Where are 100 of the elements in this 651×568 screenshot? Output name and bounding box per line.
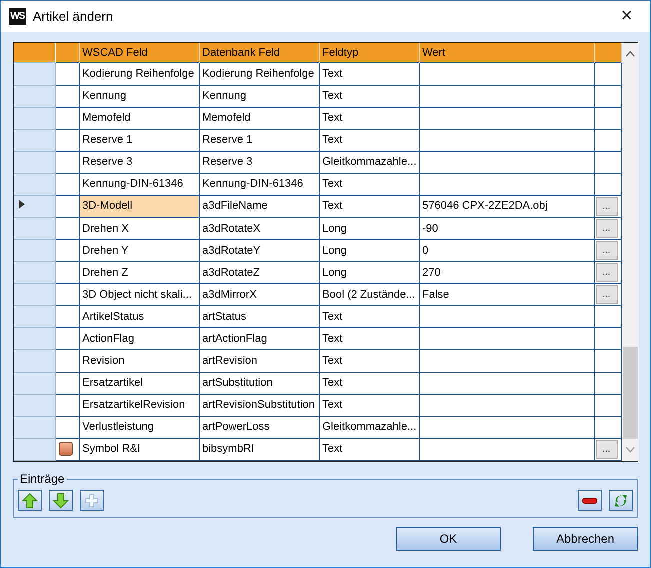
table-cell: artActionFlag (199, 328, 319, 350)
table-cell[interactable] (419, 306, 594, 328)
table-cell: Kodierung Reihenfolge (199, 62, 319, 86)
table-cell: Long (319, 240, 419, 262)
table-cell (594, 372, 621, 394)
column-header[interactable]: Feldtyp (319, 43, 419, 63)
table-cell: artRevisionSubstitution (199, 394, 319, 416)
table-cell (594, 85, 621, 108)
table-cell (594, 62, 621, 86)
table-cell[interactable]: ErsatzartikelRevision (79, 394, 199, 416)
table-cell[interactable]: Kennung-DIN-61346 (79, 173, 199, 196)
browse-button[interactable]: ... (596, 219, 618, 238)
table-cell[interactable]: ActionFlag (79, 328, 199, 350)
table-cell: artStatus (199, 306, 319, 328)
table-cell: Reserve 1 (199, 129, 319, 152)
table-cell[interactable]: 0 (419, 240, 594, 262)
table-cell[interactable] (419, 416, 594, 438)
table-cell: a3dRotateX (199, 218, 319, 240)
browse-button[interactable]: ... (596, 196, 618, 216)
table-cell: Reserve 3 (199, 151, 319, 174)
table-cell: Long (319, 262, 419, 284)
table-cell[interactable] (419, 372, 594, 394)
up-button[interactable] (18, 490, 42, 511)
table-cell: artSubstitution (199, 372, 319, 394)
browse-button[interactable]: ... (596, 241, 618, 260)
table-cell[interactable]: 576046 CPX-2ZE2DA.obj (419, 195, 594, 218)
cancel-button[interactable]: Abbrechen (533, 527, 638, 551)
column-header[interactable]: WSCAD Feld (79, 43, 199, 63)
column-header[interactable]: Datenbank Feld (199, 43, 319, 63)
remove-button[interactable] (578, 490, 602, 511)
table-cell[interactable] (419, 350, 594, 372)
plus-icon (84, 492, 100, 508)
scroll-thumb[interactable] (622, 347, 638, 439)
table-cell: Bool (2 Zustände... (319, 284, 419, 306)
table-cell[interactable]: Drehen X (79, 218, 199, 240)
table-cell: Text (319, 62, 419, 86)
table-cell: Text (319, 173, 419, 196)
refresh-button[interactable] (609, 490, 633, 511)
table-cell: Text (319, 372, 419, 394)
table-cell[interactable]: Memofeld (79, 107, 199, 130)
table-cell[interactable] (419, 328, 594, 350)
table-cell: Memofeld (199, 107, 319, 130)
table-cell[interactable]: Drehen Y (79, 240, 199, 262)
table-cell: Gleitkommazahle... (319, 151, 419, 174)
scroll-up-icon[interactable] (626, 51, 634, 57)
table-cell[interactable]: False (419, 284, 594, 306)
ok-button[interactable]: OK (396, 527, 501, 551)
arrow-up-icon (22, 492, 38, 508)
refresh-icon (613, 492, 629, 508)
table-cell: artPowerLoss (199, 416, 319, 438)
table-cell (594, 350, 621, 372)
table-cell: Long (319, 218, 419, 240)
table-cell[interactable]: Reserve 1 (79, 129, 199, 152)
table-cell[interactable]: Kennung (79, 85, 199, 108)
table-cell[interactable] (419, 129, 594, 152)
table-cell[interactable]: Verlustleistung (79, 416, 199, 438)
table-cell: Text (319, 350, 419, 372)
table-cell[interactable]: Kodierung Reihenfolge (79, 62, 199, 86)
group-title: Einträge (19, 472, 66, 486)
table-cell[interactable] (419, 107, 594, 130)
table-cell: Kennung (199, 85, 319, 108)
table-cell (594, 107, 621, 130)
table-cell[interactable] (419, 151, 594, 174)
table-cell: Text (319, 306, 419, 328)
table-cell: artRevision (199, 350, 319, 372)
table-cell[interactable] (419, 438, 594, 460)
table-cell (594, 129, 621, 152)
symbol-icon (58, 442, 72, 456)
table-cell[interactable]: Symbol R&I (79, 438, 199, 460)
table-cell[interactable] (419, 62, 594, 86)
table-cell: Text (319, 85, 419, 108)
table-cell[interactable]: -90 (419, 218, 594, 240)
table-cell[interactable] (419, 173, 594, 196)
table-cell: a3dRotateY (199, 240, 319, 262)
scrollbar[interactable] (622, 43, 638, 461)
table-cell[interactable]: Revision (79, 350, 199, 372)
table-cell[interactable]: ArtikelStatus (79, 306, 199, 328)
table-cell: Text (319, 195, 419, 218)
browse-button[interactable]: ... (596, 263, 618, 282)
column-header[interactable]: Wert (419, 43, 594, 63)
table-cell[interactable]: 270 (419, 262, 594, 284)
down-button[interactable] (49, 490, 73, 511)
table-cell[interactable]: 3D Object nicht skali... (79, 284, 199, 306)
table-cell: Text (319, 394, 419, 416)
table-cell: Text (319, 129, 419, 152)
table-cell: a3dRotateZ (199, 262, 319, 284)
column-header (594, 43, 621, 63)
table-cell[interactable]: Ersatzartikel (79, 372, 199, 394)
table-cell (594, 394, 621, 416)
close-button[interactable]: × (604, 5, 650, 28)
table-cell[interactable]: Reserve 3 (79, 151, 199, 174)
table-cell[interactable]: Drehen Z (79, 262, 199, 284)
browse-button[interactable]: ... (596, 440, 618, 459)
table-cell: a3dMirrorX (199, 284, 319, 306)
browse-button[interactable]: ... (596, 285, 618, 304)
table-cell[interactable] (419, 85, 594, 108)
table-cell[interactable] (419, 394, 594, 416)
row-header[interactable] (14, 195, 55, 218)
table-cell: bibsymbRI (199, 438, 319, 460)
table-cell[interactable]: 3D-Modell (79, 195, 199, 218)
